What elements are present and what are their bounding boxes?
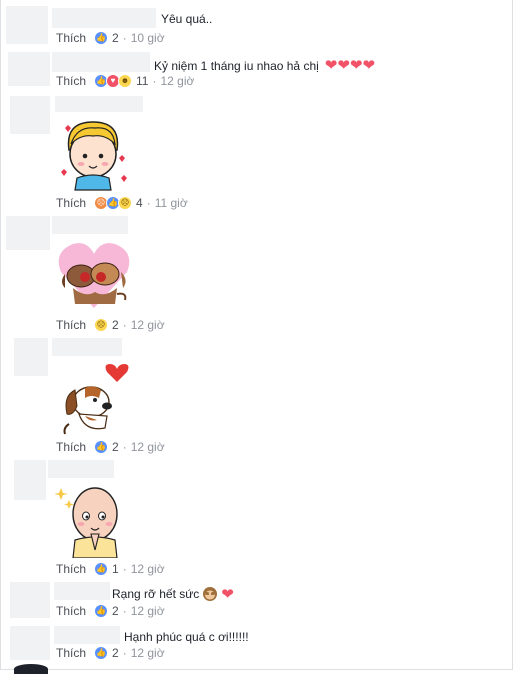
like-button[interactable]: Thích bbox=[56, 74, 86, 88]
monkey-emoji-icon bbox=[203, 587, 218, 601]
reaction-summary[interactable]: 👍 bbox=[94, 562, 109, 576]
commenter-name[interactable] bbox=[52, 8, 156, 28]
comment: Yêu quá.. Thích 👍 2 · 10 giờ bbox=[0, 0, 511, 50]
like-reaction-icon: 👍 bbox=[94, 562, 109, 576]
next-comment-avatar[interactable] bbox=[14, 664, 48, 674]
avatar[interactable] bbox=[8, 52, 50, 86]
comment-actions: Thích 👍 ♥ ☻ 11 · 12 giờ bbox=[56, 74, 194, 88]
comment-actions: Thích 👍 1 · 12 giờ bbox=[56, 562, 165, 576]
commenter-name[interactable] bbox=[54, 626, 120, 644]
comment-body: Kỷ niệm 1 tháng iu nhao hả chị bbox=[154, 59, 319, 73]
separator-dot: · bbox=[122, 604, 127, 618]
like-button[interactable]: Thích bbox=[56, 318, 86, 332]
timestamp[interactable]: 12 giờ bbox=[131, 440, 165, 454]
reaction-count[interactable]: 2 bbox=[112, 318, 119, 332]
commenter-name[interactable] bbox=[55, 96, 143, 112]
separator-dot: · bbox=[122, 31, 127, 45]
avatar[interactable] bbox=[6, 216, 50, 250]
avatar[interactable] bbox=[6, 6, 48, 44]
separator-dot: · bbox=[146, 196, 151, 210]
reaction-count[interactable]: 2 bbox=[112, 440, 119, 454]
heart-emoji: ❤ bbox=[221, 586, 234, 603]
commenter-name[interactable] bbox=[48, 460, 114, 478]
bald-man-praying-sticker bbox=[55, 487, 118, 558]
reaction-summary[interactable]: 👍 bbox=[94, 604, 109, 618]
like-reaction-icon: 👍 bbox=[94, 440, 109, 454]
commenter-name[interactable] bbox=[52, 216, 128, 234]
separator-dot: · bbox=[122, 646, 127, 660]
reaction-count[interactable]: 2 bbox=[112, 646, 119, 660]
comment-actions: Thích 👍 2 · 12 giờ bbox=[56, 440, 165, 454]
comment-body: Rạng rỡ hết sức bbox=[112, 587, 200, 601]
comment: Kỷ niệm 1 tháng iu nhao hả chị ❤❤❤❤ Thích… bbox=[0, 50, 511, 94]
like-reaction-icon: 👍 bbox=[94, 604, 109, 618]
reaction-summary[interactable]: ☹ bbox=[94, 318, 109, 332]
heart-emojis: ❤❤❤❤ bbox=[324, 57, 376, 74]
comment: Thích 👍 2 · 12 giờ bbox=[0, 338, 511, 460]
like-button[interactable]: Thích bbox=[56, 646, 86, 660]
comment-text: Hạnh phúc quá c ơi!!!!!! bbox=[124, 630, 249, 644]
timestamp[interactable]: 10 giờ bbox=[131, 31, 165, 45]
reaction-count[interactable]: 11 bbox=[136, 74, 148, 88]
commenter-name[interactable] bbox=[54, 582, 110, 600]
reaction-summary[interactable]: 👍 bbox=[94, 440, 109, 454]
avatar[interactable] bbox=[14, 460, 46, 500]
comment-text: Kỷ niệm 1 tháng iu nhao hả chị ❤❤❤❤ bbox=[154, 56, 375, 74]
reaction-summary[interactable]: 👍 bbox=[94, 31, 109, 45]
like-button[interactable]: Thích bbox=[56, 31, 86, 45]
comment: Rạng rỡ hết sức ❤ Thích 👍 2 · 12 giờ bbox=[0, 582, 511, 624]
avatar[interactable] bbox=[14, 338, 48, 376]
like-button[interactable]: Thích bbox=[56, 440, 86, 454]
comment: Hạnh phúc quá c ơi!!!!!! Thích 👍 2 · 12 … bbox=[0, 624, 511, 666]
reaction-summary[interactable]: ☹ 👍 ☹ bbox=[94, 196, 133, 210]
comment: Thích 👍 1 · 12 giờ bbox=[0, 460, 511, 582]
like-button[interactable]: Thích bbox=[56, 604, 86, 618]
commenter-name[interactable] bbox=[52, 338, 122, 356]
comment-actions: Thích 👍 2 · 12 giờ bbox=[56, 604, 165, 618]
comment-actions: Thích ☹ 👍 ☹ 4 · 11 giờ bbox=[56, 196, 188, 210]
avatar[interactable] bbox=[10, 96, 50, 134]
haha-reaction-icon: ☻ bbox=[118, 74, 133, 88]
comment-text: Rạng rỡ hết sức ❤ bbox=[112, 585, 234, 603]
timestamp[interactable]: 12 giờ bbox=[131, 646, 165, 660]
comment-text: Yêu quá.. bbox=[161, 12, 213, 26]
like-reaction-icon: 👍 bbox=[94, 646, 109, 660]
timestamp[interactable]: 12 giờ bbox=[131, 318, 165, 332]
avatar[interactable] bbox=[10, 626, 50, 660]
dogs-in-heart-sticker bbox=[58, 243, 130, 308]
blond-boy-hearts-sticker bbox=[61, 121, 127, 191]
separator-dot: · bbox=[122, 440, 127, 454]
like-button[interactable]: Thích bbox=[56, 562, 86, 576]
comment-actions: Thích 👍 2 · 10 giờ bbox=[56, 31, 165, 45]
comment-actions: Thích 👍 2 · 12 giờ bbox=[56, 646, 165, 660]
reaction-count[interactable]: 1 bbox=[112, 562, 119, 576]
like-reaction-icon: 👍 bbox=[94, 31, 109, 45]
comment: Thích ☹ 👍 ☹ 4 · 11 giờ bbox=[0, 94, 511, 216]
comment: Thích ☹ 2 · 12 giờ bbox=[0, 216, 511, 338]
comment-actions: Thích ☹ 2 · 12 giờ bbox=[56, 318, 165, 332]
puppy-heart-sticker bbox=[63, 364, 129, 435]
reaction-summary[interactable]: 👍 bbox=[94, 646, 109, 660]
timestamp[interactable]: 12 giờ bbox=[160, 74, 194, 88]
reaction-count[interactable]: 2 bbox=[112, 604, 119, 618]
avatar[interactable] bbox=[10, 582, 50, 618]
reaction-summary[interactable]: 👍 ♥ ☻ bbox=[94, 74, 133, 88]
timestamp[interactable]: 12 giờ bbox=[131, 562, 165, 576]
sad-reaction-icon: ☹ bbox=[118, 196, 133, 210]
like-button[interactable]: Thích bbox=[56, 196, 86, 210]
separator-dot: · bbox=[122, 318, 127, 332]
timestamp[interactable]: 12 giờ bbox=[131, 604, 165, 618]
separator-dot: · bbox=[122, 562, 127, 576]
sad-reaction-icon: ☹ bbox=[94, 318, 109, 332]
separator-dot: · bbox=[152, 74, 157, 88]
reaction-count[interactable]: 2 bbox=[112, 31, 119, 45]
commenter-name[interactable] bbox=[52, 52, 150, 72]
timestamp[interactable]: 11 giờ bbox=[155, 196, 188, 210]
reaction-count[interactable]: 4 bbox=[136, 196, 143, 210]
